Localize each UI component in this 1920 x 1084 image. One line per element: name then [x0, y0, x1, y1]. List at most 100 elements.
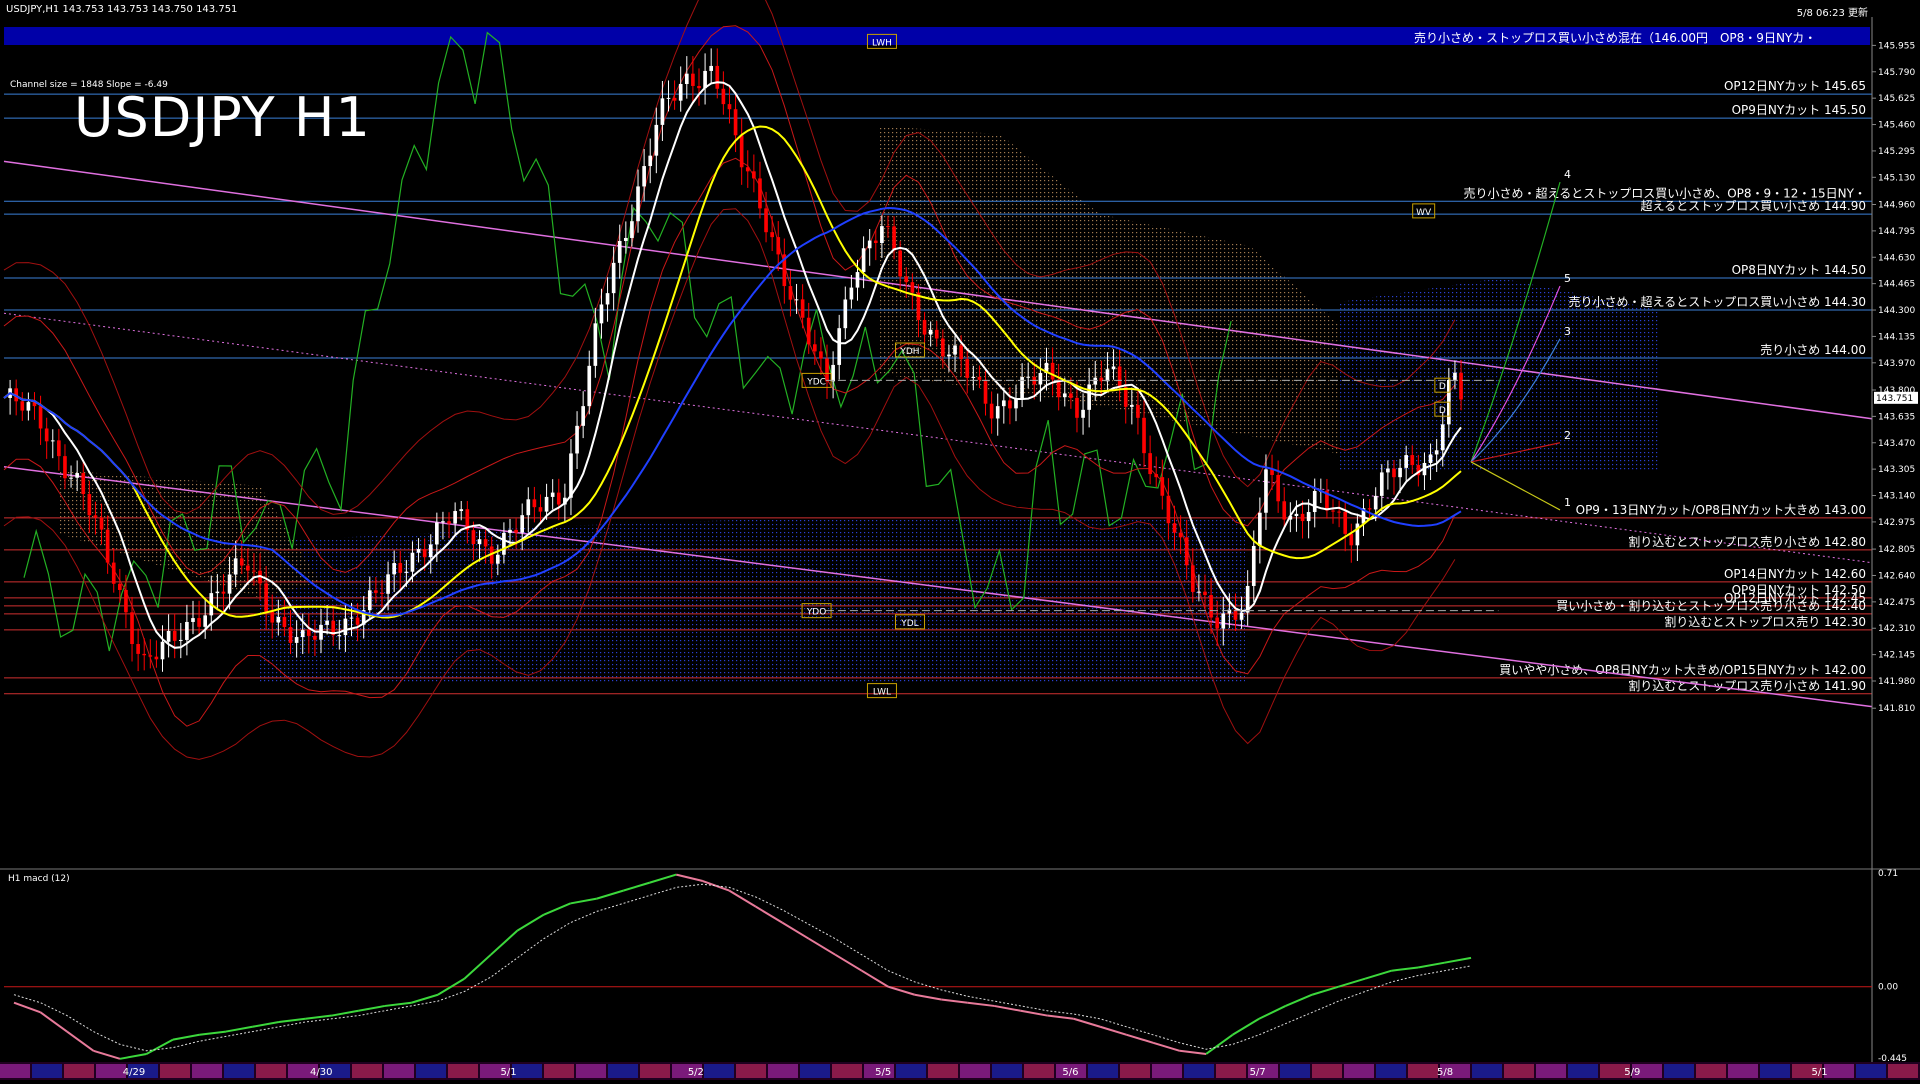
marker-ydh: YDH — [899, 347, 919, 357]
price-tick: 143.305 — [1878, 465, 1915, 475]
macd-label: H1 macd (12) — [8, 874, 70, 884]
time-segment — [1536, 1064, 1566, 1078]
level-label-9: OP14日NYカット 142.60 — [1724, 567, 1866, 581]
time-segment — [1568, 1064, 1598, 1078]
price-chart[interactable]: OP12日NYカット 145.65 OP9日NYカット 145.50 売り小さめ・超… — [0, 0, 1920, 1080]
price-tick: 144.465 — [1878, 280, 1915, 290]
price-tick: 143.635 — [1878, 412, 1915, 422]
price-tick: 144.795 — [1878, 227, 1915, 237]
price-tick: 141.980 — [1878, 677, 1915, 687]
time-segment — [1664, 1064, 1694, 1078]
time-segment — [704, 1064, 734, 1078]
price-tick: 141.810 — [1878, 704, 1915, 714]
time-segment — [1856, 1064, 1886, 1078]
time-segment — [1472, 1064, 1502, 1078]
time-segment — [1888, 1064, 1918, 1078]
time-segment — [1184, 1064, 1214, 1078]
top-banner: 売り小さめ・ストップロス買い小さめ混在（146.00円 OP8・9日NYカ・ — [1414, 31, 1817, 45]
time-segment — [576, 1064, 606, 1078]
level-label-3: 超えるとストップロス買い小さめ 144.90 — [1641, 198, 1866, 213]
projection-label-1: 1 — [1564, 496, 1571, 509]
time-segment — [1376, 1064, 1406, 1078]
level-label-1: OP9日NYカット 145.50 — [1732, 103, 1866, 117]
current-price: 143.751 — [1876, 394, 1913, 404]
price-tick: 144.630 — [1878, 253, 1915, 263]
time-segment — [1344, 1064, 1374, 1078]
time-axis: 4/29 4/30 5/1 5/2 5/5 5/6 5/7 5/8 5/9 5/1 — [0, 1062, 1920, 1080]
marker-lwl: LWL — [873, 688, 891, 698]
time-segment — [1728, 1064, 1758, 1078]
time-segment — [544, 1064, 574, 1078]
price-tick: 142.640 — [1878, 571, 1915, 581]
time-segment — [1824, 1064, 1854, 1078]
time-segment — [1696, 1064, 1726, 1078]
time-segment — [416, 1064, 446, 1078]
time-segment — [1120, 1064, 1150, 1078]
marker-ydo: YDO — [806, 608, 827, 618]
time-label: 5/8 — [1437, 1067, 1453, 1078]
projection-label-2: 2 — [1564, 429, 1571, 442]
time-segment — [800, 1064, 830, 1078]
macd-tick: 0.71 — [1878, 869, 1898, 879]
cloud-lower — [260, 517, 1245, 683]
level-label-12: 買い小さめ・割り込むとストップロス売り小さめ 142.40 — [1556, 598, 1866, 613]
time-segment — [896, 1064, 926, 1078]
price-tick: 142.475 — [1878, 598, 1915, 608]
time-segment — [352, 1064, 382, 1078]
price-tick: 143.140 — [1878, 492, 1915, 502]
price-tick: 144.135 — [1878, 332, 1915, 342]
time-segment — [960, 1064, 990, 1078]
time-segment — [640, 1064, 670, 1078]
time-label: 5/6 — [1062, 1067, 1078, 1078]
marker-wv: WV — [1416, 208, 1432, 218]
chart-title: USDJPY H1 — [74, 86, 371, 149]
price-tick: 145.460 — [1878, 121, 1915, 131]
chart-window: OP12日NYカット 145.65 OP9日NYカット 145.50 売り小さめ・超… — [0, 0, 1920, 1080]
time-label: 4/30 — [310, 1067, 332, 1078]
time-segment — [768, 1064, 798, 1078]
price-tick: 145.790 — [1878, 68, 1915, 78]
level-label-13: 割り込むとストップロス売り 142.30 — [1664, 614, 1866, 629]
price-tick: 144.300 — [1878, 306, 1915, 316]
time-label: 5/1 — [501, 1067, 517, 1078]
time-label: 5/9 — [1624, 1067, 1640, 1078]
level-label-14: 買いやや小さめ、OP8日NYカット大きめ/OP15日NYカット 142.00 — [1499, 663, 1866, 677]
level-label-2: 売り小さめ・超えるとストップロス買い小さめ、OP8・9・12・15日NY・ — [1464, 185, 1866, 200]
macd-tick: 0.00 — [1878, 983, 1898, 993]
price-tick: 145.130 — [1878, 173, 1915, 183]
level-label-4: OP8日NYカット 144.50 — [1732, 263, 1866, 277]
time-segment — [608, 1064, 638, 1078]
symbol-info: USDJPY,H1 143.753 143.753 143.750 143.75… — [6, 4, 238, 15]
level-label-8: 割り込むとストップロス売り小さめ 142.80 — [1628, 534, 1866, 549]
time-label: 5/1 — [1812, 1067, 1828, 1078]
level-label-6: 売り小さめ 144.00 — [1760, 342, 1866, 357]
time-segment — [192, 1064, 222, 1078]
time-segment — [384, 1064, 414, 1078]
time-segment — [224, 1064, 254, 1078]
level-label-5: 売り小さめ・超えるとストップロス買い小さめ 144.30 — [1569, 294, 1866, 309]
marker-lwh: LWH — [872, 38, 892, 48]
time-segment — [256, 1064, 286, 1078]
time-segment — [1088, 1064, 1118, 1078]
time-segment — [1152, 1064, 1182, 1078]
price-tick: 142.145 — [1878, 651, 1915, 661]
level-label-0: OP12日NYカット 145.65 — [1724, 79, 1866, 93]
price-tick: 143.970 — [1878, 359, 1915, 369]
price-tick: 145.955 — [1878, 41, 1915, 51]
time-label: 5/5 — [875, 1067, 891, 1078]
time-label: 5/2 — [688, 1067, 704, 1078]
time-segment — [0, 1064, 30, 1078]
time-segment — [96, 1064, 126, 1078]
time-segment — [992, 1064, 1022, 1078]
time-segment — [1504, 1064, 1534, 1078]
marker-ydl: YDL — [900, 619, 918, 629]
marker-d: D — [1439, 382, 1446, 392]
time-label: 4/29 — [123, 1067, 145, 1078]
price-tick: 142.805 — [1878, 545, 1915, 555]
projection-label-5: 5 — [1564, 272, 1571, 285]
time-segment — [832, 1064, 862, 1078]
time-segment — [160, 1064, 190, 1078]
price-tick: 142.975 — [1878, 518, 1915, 528]
time-segment — [1280, 1064, 1310, 1078]
time-segment — [448, 1064, 478, 1078]
